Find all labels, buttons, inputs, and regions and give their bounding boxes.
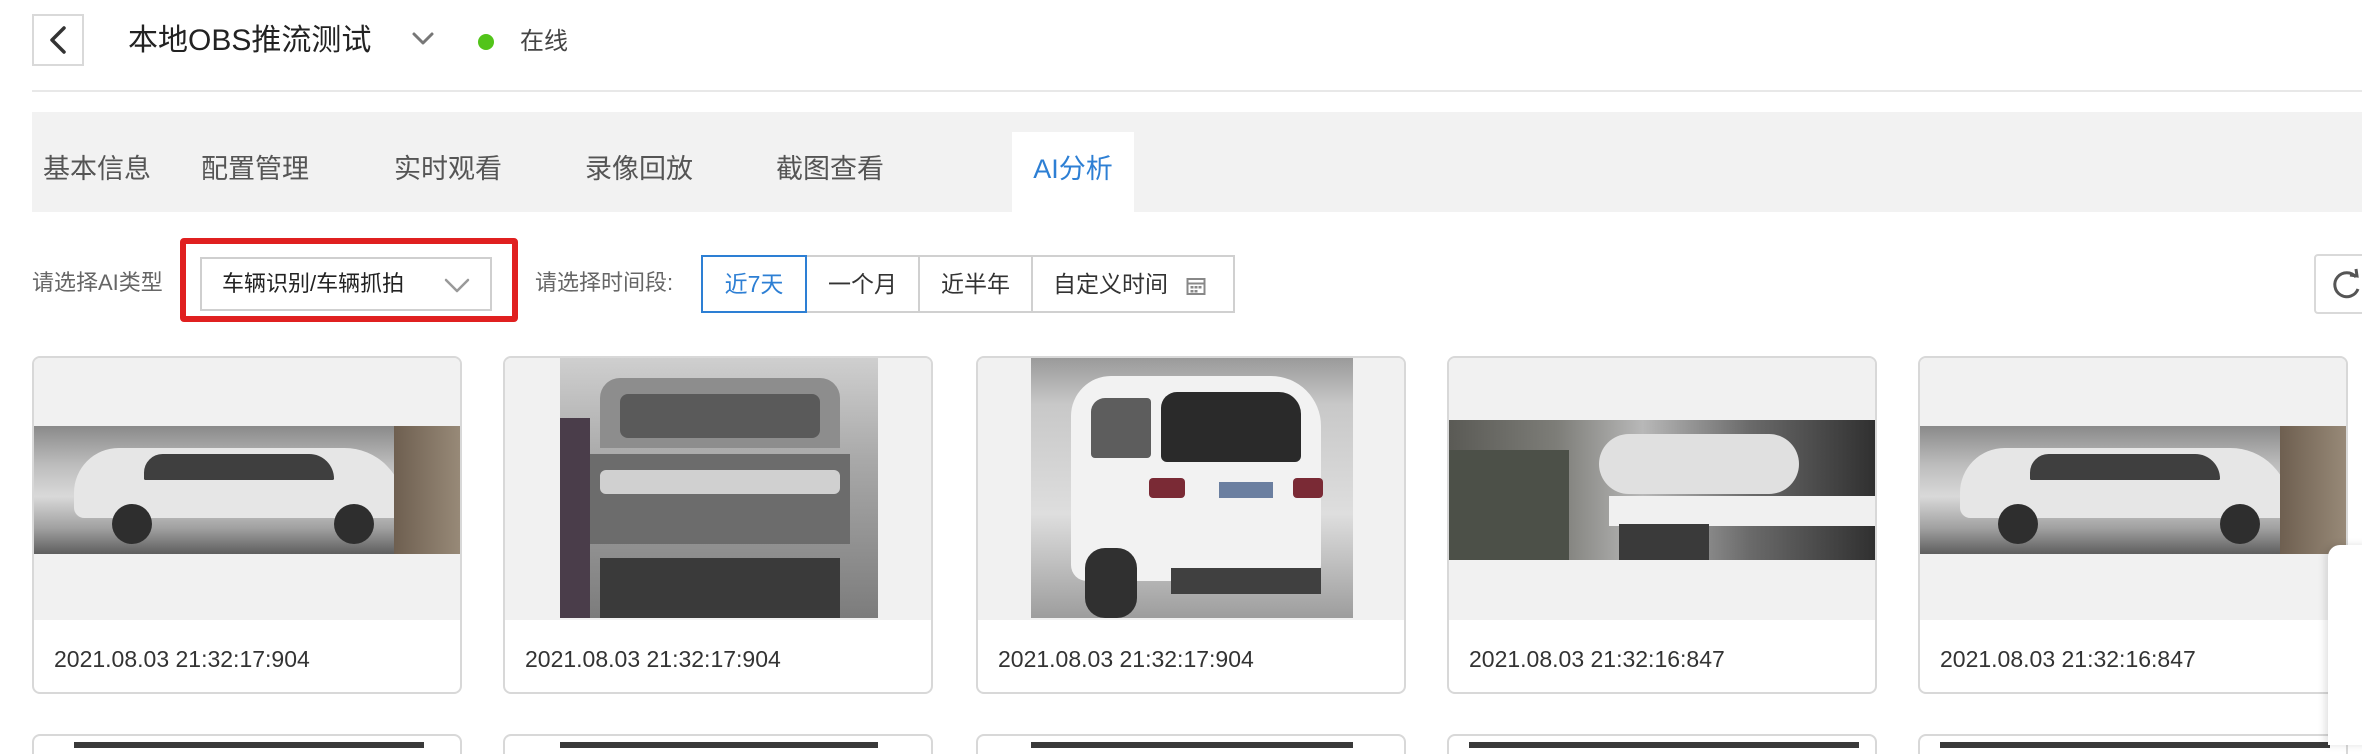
time-7-days-label: 近7天 xyxy=(724,271,784,297)
thumbnail-edge xyxy=(74,742,424,748)
snapshot-card[interactable]: 2021.08.03 21:32:17:904 xyxy=(32,356,462,694)
chevron-down-icon xyxy=(444,278,470,293)
snapshot-thumbnail xyxy=(978,358,1404,620)
snapshot-card[interactable] xyxy=(32,734,462,754)
time-half-year-label: 近半年 xyxy=(941,271,1010,297)
refresh-button[interactable] xyxy=(2314,254,2362,314)
snapshot-time: 2021.08.03 21:32:17:904 xyxy=(54,646,310,672)
tab-playback[interactable]: 录像回放 xyxy=(542,132,736,212)
snapshot-card[interactable] xyxy=(976,734,1406,754)
tab-basic-info[interactable]: 基本信息 xyxy=(32,132,162,212)
vehicle-photo xyxy=(1031,358,1353,618)
snapshot-time: 2021.08.03 21:32:16:847 xyxy=(1469,646,1725,672)
snapshot-card[interactable]: 2021.08.03 21:32:16:847 xyxy=(1447,356,1877,694)
time-half-year-button[interactable]: 近半年 xyxy=(918,255,1033,313)
vehicle-photo xyxy=(560,358,878,618)
time-7-days-button[interactable]: 近7天 xyxy=(701,255,807,313)
tab-ai-analysis[interactable]: AI分析 xyxy=(1012,132,1134,212)
snapshot-card[interactable]: 2021.08.03 21:32:17:904 xyxy=(976,356,1406,694)
thumbnail-edge xyxy=(1940,742,2330,748)
status-text: 在线 xyxy=(520,28,568,55)
page-title: 本地OBS推流测试 xyxy=(128,24,372,57)
time-range-label: 请选择时间段: xyxy=(535,270,674,295)
thumbnail-edge xyxy=(1469,742,1859,748)
thumbnail-edge xyxy=(1031,742,1353,748)
snapshot-thumbnail xyxy=(505,358,931,620)
floating-side-panel[interactable] xyxy=(2328,545,2362,745)
time-range-group: 近7天 一个月 近半年 自定义时间 xyxy=(701,255,1235,313)
tab-bar: 基本信息 配置管理 实时观看 录像回放 截图查看 AI分析 xyxy=(32,112,2362,212)
ai-type-value: 车辆识别/车辆抓拍 xyxy=(222,271,405,296)
time-1-month-label: 一个月 xyxy=(828,271,897,297)
snapshot-card[interactable] xyxy=(1447,734,1877,754)
snapshot-thumbnail xyxy=(34,358,460,620)
time-1-month-button[interactable]: 一个月 xyxy=(805,255,920,313)
snapshot-time: 2021.08.03 21:32:17:904 xyxy=(525,646,781,672)
snapshot-card[interactable]: 2021.08.03 21:32:17:904 xyxy=(503,356,933,694)
chevron-left-icon xyxy=(50,26,66,54)
snapshot-card[interactable]: 2021.08.03 21:32:16:847 xyxy=(1918,356,2348,694)
page-header: 本地OBS推流测试 在线 xyxy=(32,0,2362,92)
vehicle-photo xyxy=(1449,420,1875,560)
tab-snapshots[interactable]: 截图查看 xyxy=(734,132,926,212)
custom-time-label: 自定义时间 xyxy=(1053,271,1168,297)
vehicle-photo xyxy=(34,426,460,554)
chevron-down-icon[interactable] xyxy=(408,24,438,54)
snapshot-thumbnail xyxy=(1920,358,2346,620)
snapshot-time: 2021.08.03 21:32:16:847 xyxy=(1940,646,2196,672)
tab-config[interactable]: 配置管理 xyxy=(160,132,350,212)
ai-type-select[interactable]: 车辆识别/车辆抓拍 xyxy=(200,257,492,311)
snapshot-time: 2021.08.03 21:32:17:904 xyxy=(998,646,1254,672)
back-button[interactable] xyxy=(32,14,84,66)
vehicle-photo xyxy=(1920,426,2346,554)
thumbnail-edge xyxy=(560,742,878,748)
snapshot-thumbnail xyxy=(1449,358,1875,620)
calendar-icon xyxy=(1186,277,1206,295)
snapshot-card[interactable] xyxy=(1918,734,2348,754)
status-dot xyxy=(478,34,494,50)
tab-live-view[interactable]: 实时观看 xyxy=(350,132,546,212)
custom-time-button[interactable]: 自定义时间 xyxy=(1031,255,1235,313)
refresh-icon xyxy=(2333,268,2360,299)
snapshot-card[interactable] xyxy=(503,734,933,754)
ai-type-label: 请选择AI类型 xyxy=(32,270,163,295)
